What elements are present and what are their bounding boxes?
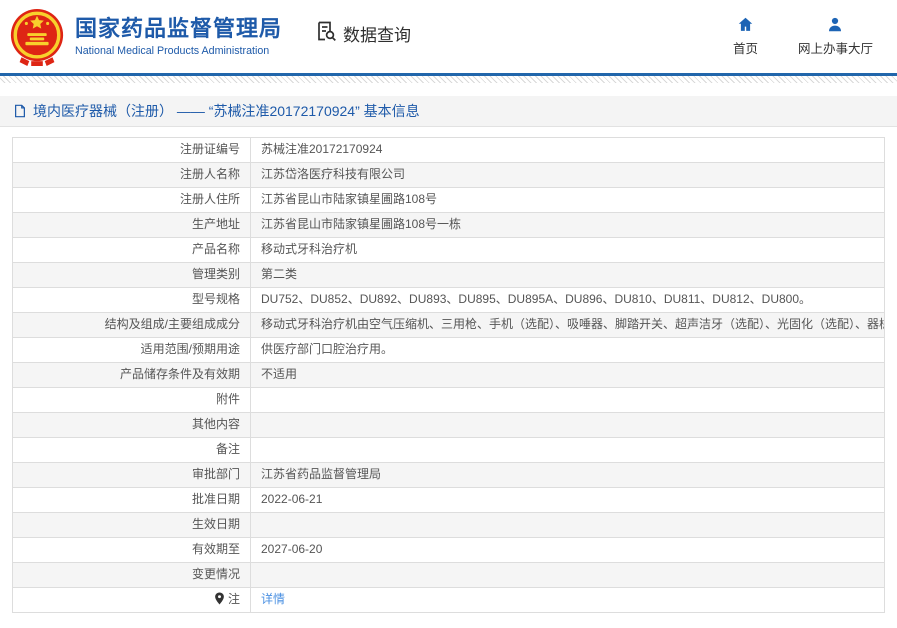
- table-row: 变更情况: [12, 562, 885, 588]
- row-label: 附件: [12, 387, 251, 413]
- nav-service-hall-label: 网上办事大厅: [797, 42, 873, 56]
- national-emblem-icon: [8, 7, 66, 67]
- table-row: 产品储存条件及有效期 不适用: [12, 362, 885, 388]
- breadcrumb: 境内医疗器械（注册） —— “苏械注准20172170924” 基本信息: [0, 96, 897, 127]
- table-row: 型号规格 DU752、DU852、DU892、DU893、DU895、DU895A…: [12, 287, 885, 313]
- document-icon: [13, 104, 27, 118]
- row-label: 生产地址: [12, 212, 251, 238]
- row-value: [250, 412, 885, 438]
- row-value: 详情: [250, 587, 885, 613]
- table-row: 生效日期: [12, 512, 885, 538]
- header: 国家药品监督管理局 National Medical Products Admi…: [0, 0, 897, 73]
- home-icon: [736, 16, 755, 33]
- row-label: 批准日期: [12, 487, 251, 513]
- row-label: 审批部门: [12, 462, 251, 488]
- table-row: 结构及组成/主要组成成分 移动式牙科治疗机由空气压缩机、三用枪、手机（选配）、吸唾…: [12, 312, 885, 338]
- row-value: 江苏省药品监督管理局: [250, 462, 885, 488]
- row-label: 其他内容: [12, 412, 251, 438]
- top-nav: 首页 网上办事大厅: [733, 16, 873, 57]
- row-label: 结构及组成/主要组成成分: [12, 312, 251, 338]
- row-value: 供医疗部门口腔治疗用。: [250, 337, 885, 363]
- row-label: 注: [12, 587, 251, 613]
- table-row: 批准日期 2022-06-21: [12, 487, 885, 513]
- pin-icon: [214, 592, 225, 605]
- row-label: 产品储存条件及有效期: [12, 362, 251, 388]
- row-label: 型号规格: [12, 287, 251, 313]
- table-row: 适用范围/预期用途 供医疗部门口腔治疗用。: [12, 337, 885, 363]
- nav-item-service-hall[interactable]: 网上办事大厅: [798, 16, 873, 57]
- row-value: 第二类: [250, 262, 885, 288]
- nav-home-label: 首页: [732, 42, 758, 56]
- row-label: 管理类别: [12, 262, 251, 288]
- table-row: 管理类别 第二类: [12, 262, 885, 288]
- row-value: 2027-06-20: [250, 537, 885, 563]
- row-label: 产品名称: [12, 237, 251, 263]
- user-icon: [826, 16, 844, 33]
- agency-name-en: National Medical Products Administration: [75, 45, 270, 58]
- row-label: 适用范围/预期用途: [12, 337, 251, 363]
- row-label: 生效日期: [12, 512, 251, 538]
- row-value: 江苏岱洛医疗科技有限公司: [250, 162, 885, 188]
- row-label: 注册人名称: [12, 162, 251, 188]
- table-row: 注册人住所 江苏省昆山市陆家镇星圃路108号: [12, 187, 885, 213]
- row-value: [250, 437, 885, 463]
- agency-logo-group: 国家药品监督管理局 National Medical Products Admi…: [8, 7, 282, 67]
- row-value: 2022-06-21: [250, 487, 885, 513]
- table-row: 注册证编号 苏械注准20172170924: [12, 137, 885, 163]
- table-row: 注册人名称 江苏岱洛医疗科技有限公司: [12, 162, 885, 188]
- data-query-title: 数据查询: [314, 19, 411, 48]
- table-row: 有效期至 2027-06-20: [12, 537, 885, 563]
- table-row: 其他内容: [12, 412, 885, 438]
- nav-item-home[interactable]: 首页: [733, 16, 758, 57]
- row-value: 江苏省昆山市陆家镇星圃路108号一栋: [250, 212, 885, 238]
- table-row: 附件: [12, 387, 885, 413]
- registration-info-table-wrap: 注册证编号 苏械注准20172170924 注册人名称 江苏岱洛医疗科技有限公司 注册人…: [12, 137, 885, 613]
- row-value: 苏械注准20172170924: [250, 137, 885, 163]
- row-value: [250, 387, 885, 413]
- row-value: [250, 562, 885, 588]
- row-value: 移动式牙科治疗机由空气压缩机、三用枪、手机（选配）、吸唾器、脚踏开关、超声洁牙（…: [250, 312, 885, 338]
- row-label: 变更情况: [12, 562, 251, 588]
- data-query-label: 数据查询: [343, 26, 412, 45]
- row-value: [250, 512, 885, 538]
- detail-link[interactable]: 详情: [261, 592, 285, 606]
- breadcrumb-text: 境内医疗器械（注册） —— “苏械注准20172170924” 基本信息: [33, 103, 420, 119]
- table-row: 生产地址 江苏省昆山市陆家镇星圃路108号一栋: [12, 212, 885, 238]
- info-table-body: 注册证编号 苏械注准20172170924 注册人名称 江苏岱洛医疗科技有限公司 注册人…: [12, 137, 885, 613]
- row-label: 备注: [12, 437, 251, 463]
- registration-info-table: 注册证编号 苏械注准20172170924 注册人名称 江苏岱洛医疗科技有限公司 注册人…: [12, 137, 885, 613]
- row-label: 注册证编号: [12, 137, 251, 163]
- header-divider-hatch: [0, 76, 897, 83]
- table-row: 注详情: [12, 587, 885, 613]
- table-row: 产品名称 移动式牙科治疗机: [12, 237, 885, 263]
- page: 国家药品监督管理局 National Medical Products Admi…: [0, 0, 897, 628]
- row-label: 有效期至: [12, 537, 251, 563]
- document-search-icon: [314, 19, 338, 48]
- row-value: 江苏省昆山市陆家镇星圃路108号: [250, 187, 885, 213]
- agency-titles: 国家药品监督管理局 National Medical Products Admi…: [75, 16, 282, 57]
- table-row: 备注: [12, 437, 885, 463]
- row-value: 移动式牙科治疗机: [250, 237, 885, 263]
- row-label: 注册人住所: [12, 187, 251, 213]
- row-value: DU752、DU852、DU892、DU893、DU895、DU895A、DU8…: [250, 287, 885, 313]
- agency-name-cn: 国家药品监督管理局: [75, 15, 283, 41]
- table-row: 审批部门 江苏省药品监督管理局: [12, 462, 885, 488]
- row-value: 不适用: [250, 362, 885, 388]
